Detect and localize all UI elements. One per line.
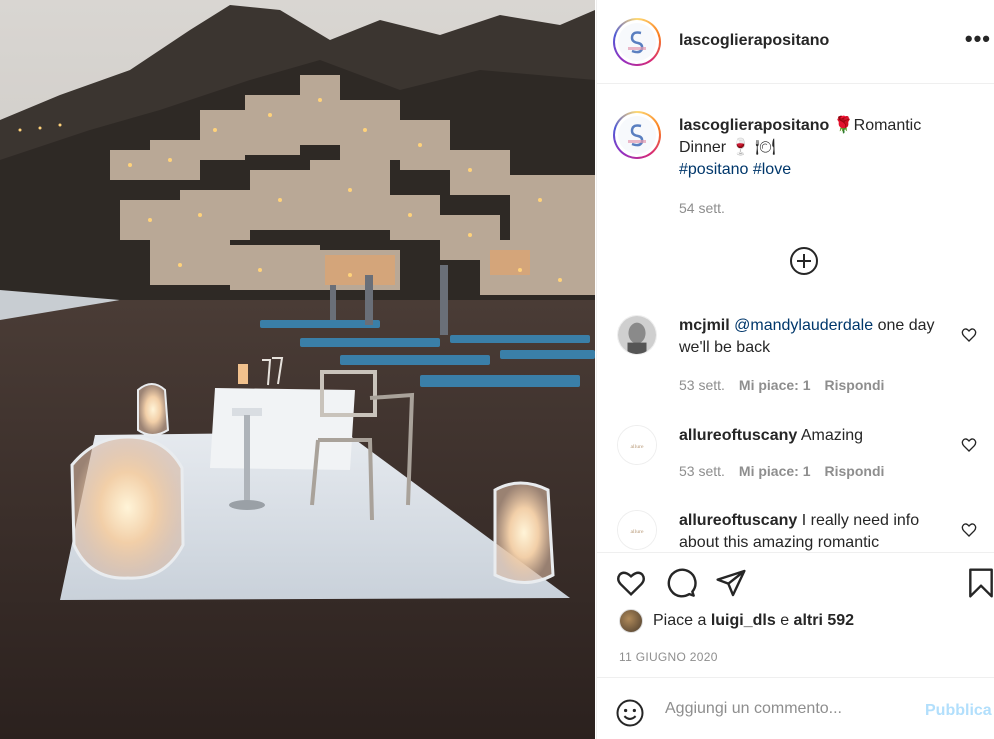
- like-heart-icon[interactable]: [615, 567, 647, 599]
- more-options-icon[interactable]: •••: [965, 26, 991, 52]
- comment-text: allureoftuscany I really need info about…: [679, 510, 939, 551]
- caption-text-2: Dinner: [679, 139, 727, 156]
- comment-input[interactable]: [665, 700, 905, 718]
- comment-username[interactable]: mcjmil: [679, 317, 730, 334]
- wine-emoji: 🍷: [730, 139, 751, 156]
- commenter-avatar[interactable]: [617, 315, 657, 355]
- hashtag-love[interactable]: #love: [753, 161, 791, 178]
- save-bookmark-icon[interactable]: [967, 567, 994, 599]
- comment-likes[interactable]: Mi piace: 1: [739, 463, 811, 479]
- comment-text: allureoftuscany Amazing: [679, 425, 939, 447]
- comment-time: 53 sett.: [679, 463, 725, 479]
- comment-text: mcjmil @mandylauderdale one day we'll be…: [679, 315, 939, 359]
- load-more-comments-icon[interactable]: [790, 247, 818, 275]
- comment-username[interactable]: allureoftuscany: [679, 512, 797, 529]
- emoji-smiley-icon[interactable]: [615, 698, 645, 728]
- comment-bubble-icon[interactable]: [665, 567, 697, 599]
- caption-username[interactable]: lascoglierapositano: [679, 117, 829, 134]
- add-comment-bar: Pubblica: [597, 677, 994, 739]
- svg-text:allure: allure: [631, 529, 644, 535]
- brand-logo-icon: [618, 116, 656, 154]
- comments-list[interactable]: lascoglierapositano 🌹Romantic Dinner 🍷 🍽…: [597, 85, 994, 551]
- comment-meta: 53 sett. Mi piace: 1 Rispondi: [679, 377, 898, 393]
- rose-emoji: 🌹: [833, 117, 854, 134]
- caption: lascoglierapositano 🌹Romantic Dinner 🍷 🍽…: [679, 115, 959, 219]
- likes-summary: Piace a luigi_dls e altri 592: [619, 609, 854, 633]
- comment-time: 53 sett.: [679, 377, 725, 393]
- likes-count[interactable]: altri 592: [794, 612, 854, 630]
- likes-middle: e: [780, 612, 790, 629]
- post-photo[interactable]: [0, 0, 595, 739]
- comment-body: Amazing: [800, 427, 864, 444]
- comment-meta: 53 sett. Mi piace: 1 Rispondi: [679, 463, 898, 479]
- like-comment-heart-icon[interactable]: [961, 327, 977, 343]
- caption-time: 54 sett.: [679, 200, 725, 216]
- comment-username[interactable]: allureoftuscany: [679, 427, 797, 444]
- like-comment-heart-icon[interactable]: [961, 437, 977, 453]
- comment-likes[interactable]: Mi piace: 1: [739, 377, 811, 393]
- post-header: lascoglierapositano •••: [597, 0, 994, 84]
- author-avatar[interactable]: [613, 18, 661, 66]
- caption-text: Romantic: [853, 117, 922, 134]
- post-detail-panel: lascoglierapositano ••• lascoglieraposit…: [596, 0, 994, 739]
- like-comment-heart-icon[interactable]: [961, 522, 977, 538]
- author-username[interactable]: lascoglierapositano: [679, 32, 829, 50]
- post-actions: Piace a luigi_dls e altri 592 11 GIUGNO …: [597, 552, 994, 676]
- post-date[interactable]: 11 GIUGNO 2020: [619, 650, 718, 664]
- commenter-avatar[interactable]: allure: [617, 425, 657, 465]
- commenter-avatar[interactable]: allure: [617, 510, 657, 550]
- reply-button[interactable]: Rispondi: [825, 377, 885, 393]
- likes-prefix: Piace a: [653, 612, 707, 629]
- liker-username[interactable]: luigi_dls: [711, 612, 776, 630]
- liker-avatar[interactable]: [619, 609, 643, 633]
- comment-mention[interactable]: @mandylauderdale: [734, 317, 873, 334]
- plate-emoji: 🍽: [754, 139, 776, 156]
- reply-button[interactable]: Rispondi: [825, 463, 885, 479]
- brand-logo-icon: [618, 23, 656, 61]
- svg-text:allure: allure: [631, 444, 644, 450]
- publish-button[interactable]: Pubblica: [925, 702, 992, 720]
- share-paper-plane-icon[interactable]: [715, 567, 747, 599]
- caption-avatar[interactable]: [613, 111, 661, 159]
- hashtag-positano[interactable]: #positano: [679, 161, 748, 178]
